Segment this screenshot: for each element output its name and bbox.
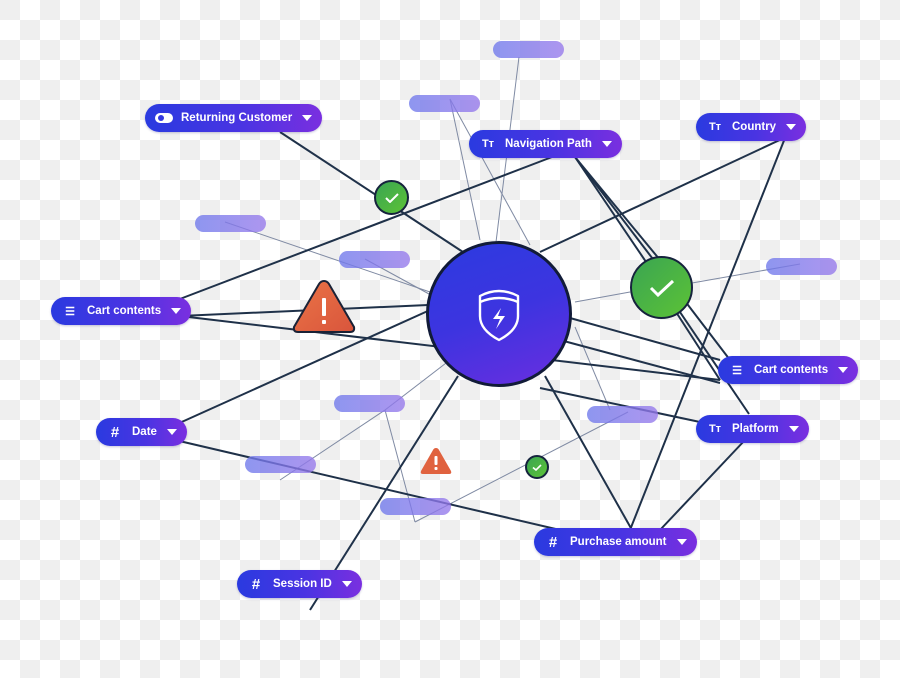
field-label: Cart contents: [87, 305, 162, 317]
hash-icon: #: [548, 533, 558, 551]
field-pill-cart-contents-right[interactable]: ☰ Cart contents: [718, 356, 859, 384]
chevron-down-icon[interactable]: [786, 124, 797, 130]
field-pill-country[interactable]: Tт Country: [696, 113, 807, 141]
ghost-pill: [195, 215, 266, 232]
text-type-icon: Tт: [708, 423, 722, 435]
field-pill-cart-contents-left[interactable]: ☰ Cart contents: [51, 297, 192, 325]
field-label: Date: [132, 426, 157, 438]
ghost-pill: [766, 258, 837, 275]
check-icon: [374, 180, 409, 215]
edge: [574, 156, 661, 261]
hash-icon: #: [110, 423, 120, 441]
chevron-down-icon[interactable]: [171, 308, 182, 314]
check-icon: [630, 256, 693, 319]
field-label: Returning Customer: [181, 112, 293, 124]
ghost-pill: [587, 406, 658, 423]
text-type-icon: Tт: [708, 121, 722, 133]
edge: [174, 439, 561, 531]
central-hub[interactable]: [426, 241, 572, 387]
thin-edge: [449, 98, 531, 246]
field-pill-purchase-amount[interactable]: # Purchase amount: [534, 528, 697, 556]
chevron-down-icon[interactable]: [676, 539, 687, 545]
field-pill-returning-customer[interactable]: Returning Customer: [145, 104, 323, 132]
field-label: Platform: [732, 423, 779, 435]
ghost-pill: [245, 456, 316, 473]
list-icon: ☰: [732, 364, 742, 377]
edge: [659, 439, 746, 531]
field-pill-date[interactable]: # Date: [96, 418, 187, 446]
ghost-pill: [380, 498, 451, 515]
field-label: Cart contents: [754, 364, 829, 376]
warning-icon: [420, 448, 452, 474]
edge: [279, 131, 467, 255]
ghost-pill: [334, 395, 405, 412]
field-label: Country: [732, 121, 777, 133]
hash-icon: #: [251, 575, 261, 593]
ghost-pill: [493, 41, 564, 58]
chevron-down-icon[interactable]: [341, 581, 352, 587]
toggle-icon: [155, 113, 173, 123]
text-type-icon: Tт: [481, 138, 495, 150]
chevron-down-icon[interactable]: [302, 115, 313, 121]
field-label: Purchase amount: [570, 536, 667, 548]
chevron-down-icon[interactable]: [788, 426, 799, 432]
ghost-pill: [409, 95, 480, 112]
check-icon: [525, 455, 549, 479]
chevron-down-icon[interactable]: [166, 429, 177, 435]
field-label: Navigation Path: [505, 138, 592, 150]
chevron-down-icon[interactable]: [838, 367, 849, 373]
thin-edge: [449, 98, 481, 241]
edge: [675, 311, 721, 381]
chevron-down-icon[interactable]: [601, 141, 612, 147]
edge: [629, 137, 786, 531]
list-icon: ☰: [65, 305, 75, 318]
warning-icon: [292, 279, 356, 333]
field-label: Session ID: [273, 578, 332, 590]
field-pill-platform[interactable]: Tт Platform: [696, 415, 809, 443]
field-pill-navigation-path[interactable]: Tт Navigation Path: [469, 130, 622, 158]
thin-edge: [574, 291, 631, 303]
shield-bolt-icon: [478, 289, 520, 342]
field-pill-session-id[interactable]: # Session ID: [237, 570, 362, 598]
ghost-pill: [339, 251, 410, 268]
